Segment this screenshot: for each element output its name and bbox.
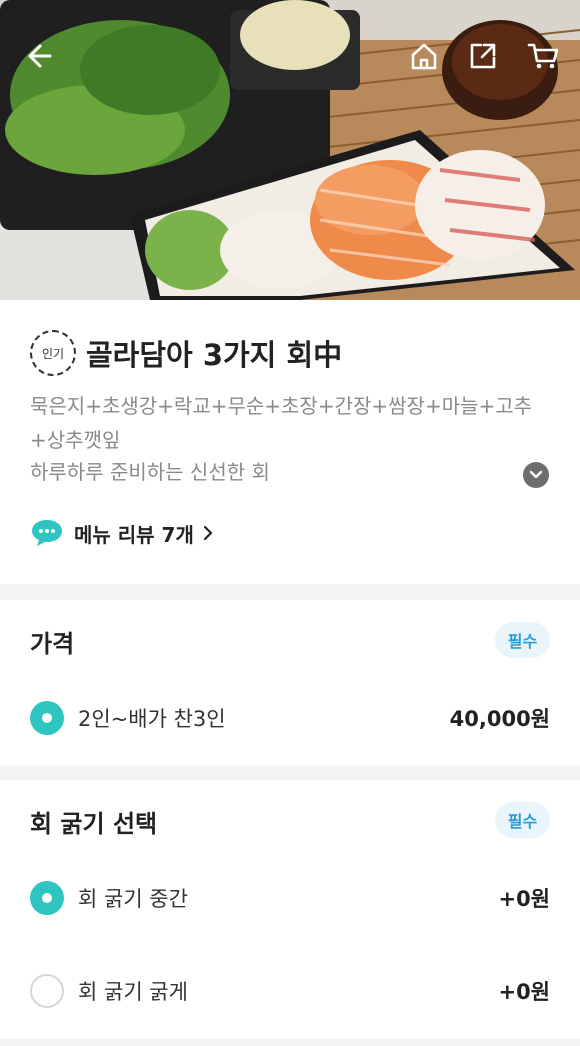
thickness-section-title: 회 굵기 선택 xyxy=(30,810,158,838)
menu-subtitle: 하루하루 준비하는 신선한 회 xyxy=(30,460,270,484)
back-button[interactable] xyxy=(18,36,58,76)
option-price: +0원 xyxy=(498,887,550,911)
menu-review-link[interactable]: 메뉴 리뷰 7개 xyxy=(30,518,214,548)
thickness-option-medium[interactable]: 회 굵기 중간 +0원 xyxy=(30,878,550,918)
thickness-section: 회 굵기 선택 필수 회 굵기 중간 +0원 회 굵기 굵게 +0원 xyxy=(0,780,580,1038)
option-price: +0원 xyxy=(498,980,550,1004)
arrow-left-icon xyxy=(28,44,52,68)
option-price: 40,000원 xyxy=(449,707,550,731)
menu-description: 묵은지+초생강+락교+무순+초장+간장+쌈장+마늘+고추+상추깻잎 xyxy=(30,394,533,452)
price-section-title: 가격 xyxy=(30,630,75,658)
popular-badge: 인기 xyxy=(30,330,76,376)
menu-title-row: 인기 골라담아 3가지 회中 xyxy=(30,330,342,376)
chevron-right-icon xyxy=(203,525,212,541)
cart-icon xyxy=(527,43,559,69)
menu-title: 골라담아 3가지 회中 xyxy=(86,338,343,372)
review-link-label: 메뉴 리뷰 7개 xyxy=(74,522,194,547)
option-label: 회 굵기 굵게 xyxy=(78,980,188,1004)
share-icon xyxy=(470,43,496,69)
option-label: 2인~배가 찬3인 xyxy=(78,707,226,731)
required-badge: 필수 xyxy=(495,622,550,658)
radio-selected[interactable] xyxy=(30,881,64,915)
required-badge: 필수 xyxy=(495,802,550,838)
chat-bubble-icon xyxy=(32,520,62,546)
radio-selected[interactable] xyxy=(30,701,64,735)
product-image xyxy=(0,0,580,300)
cart-button[interactable] xyxy=(523,36,563,76)
home-button[interactable] xyxy=(404,36,444,76)
price-section: 가격 필수 2인~배가 찬3인 40,000원 xyxy=(0,600,580,765)
home-icon xyxy=(411,43,437,70)
thickness-option-thick[interactable]: 회 굵기 굵게 +0원 xyxy=(30,971,550,1011)
option-label: 회 굵기 중간 xyxy=(78,887,188,911)
radio-unselected[interactable] xyxy=(30,974,64,1008)
chevron-down-icon xyxy=(529,470,543,479)
share-button[interactable] xyxy=(463,36,503,76)
expand-button[interactable] xyxy=(523,462,549,488)
price-option[interactable]: 2인~배가 찬3인 40,000원 xyxy=(30,698,550,738)
